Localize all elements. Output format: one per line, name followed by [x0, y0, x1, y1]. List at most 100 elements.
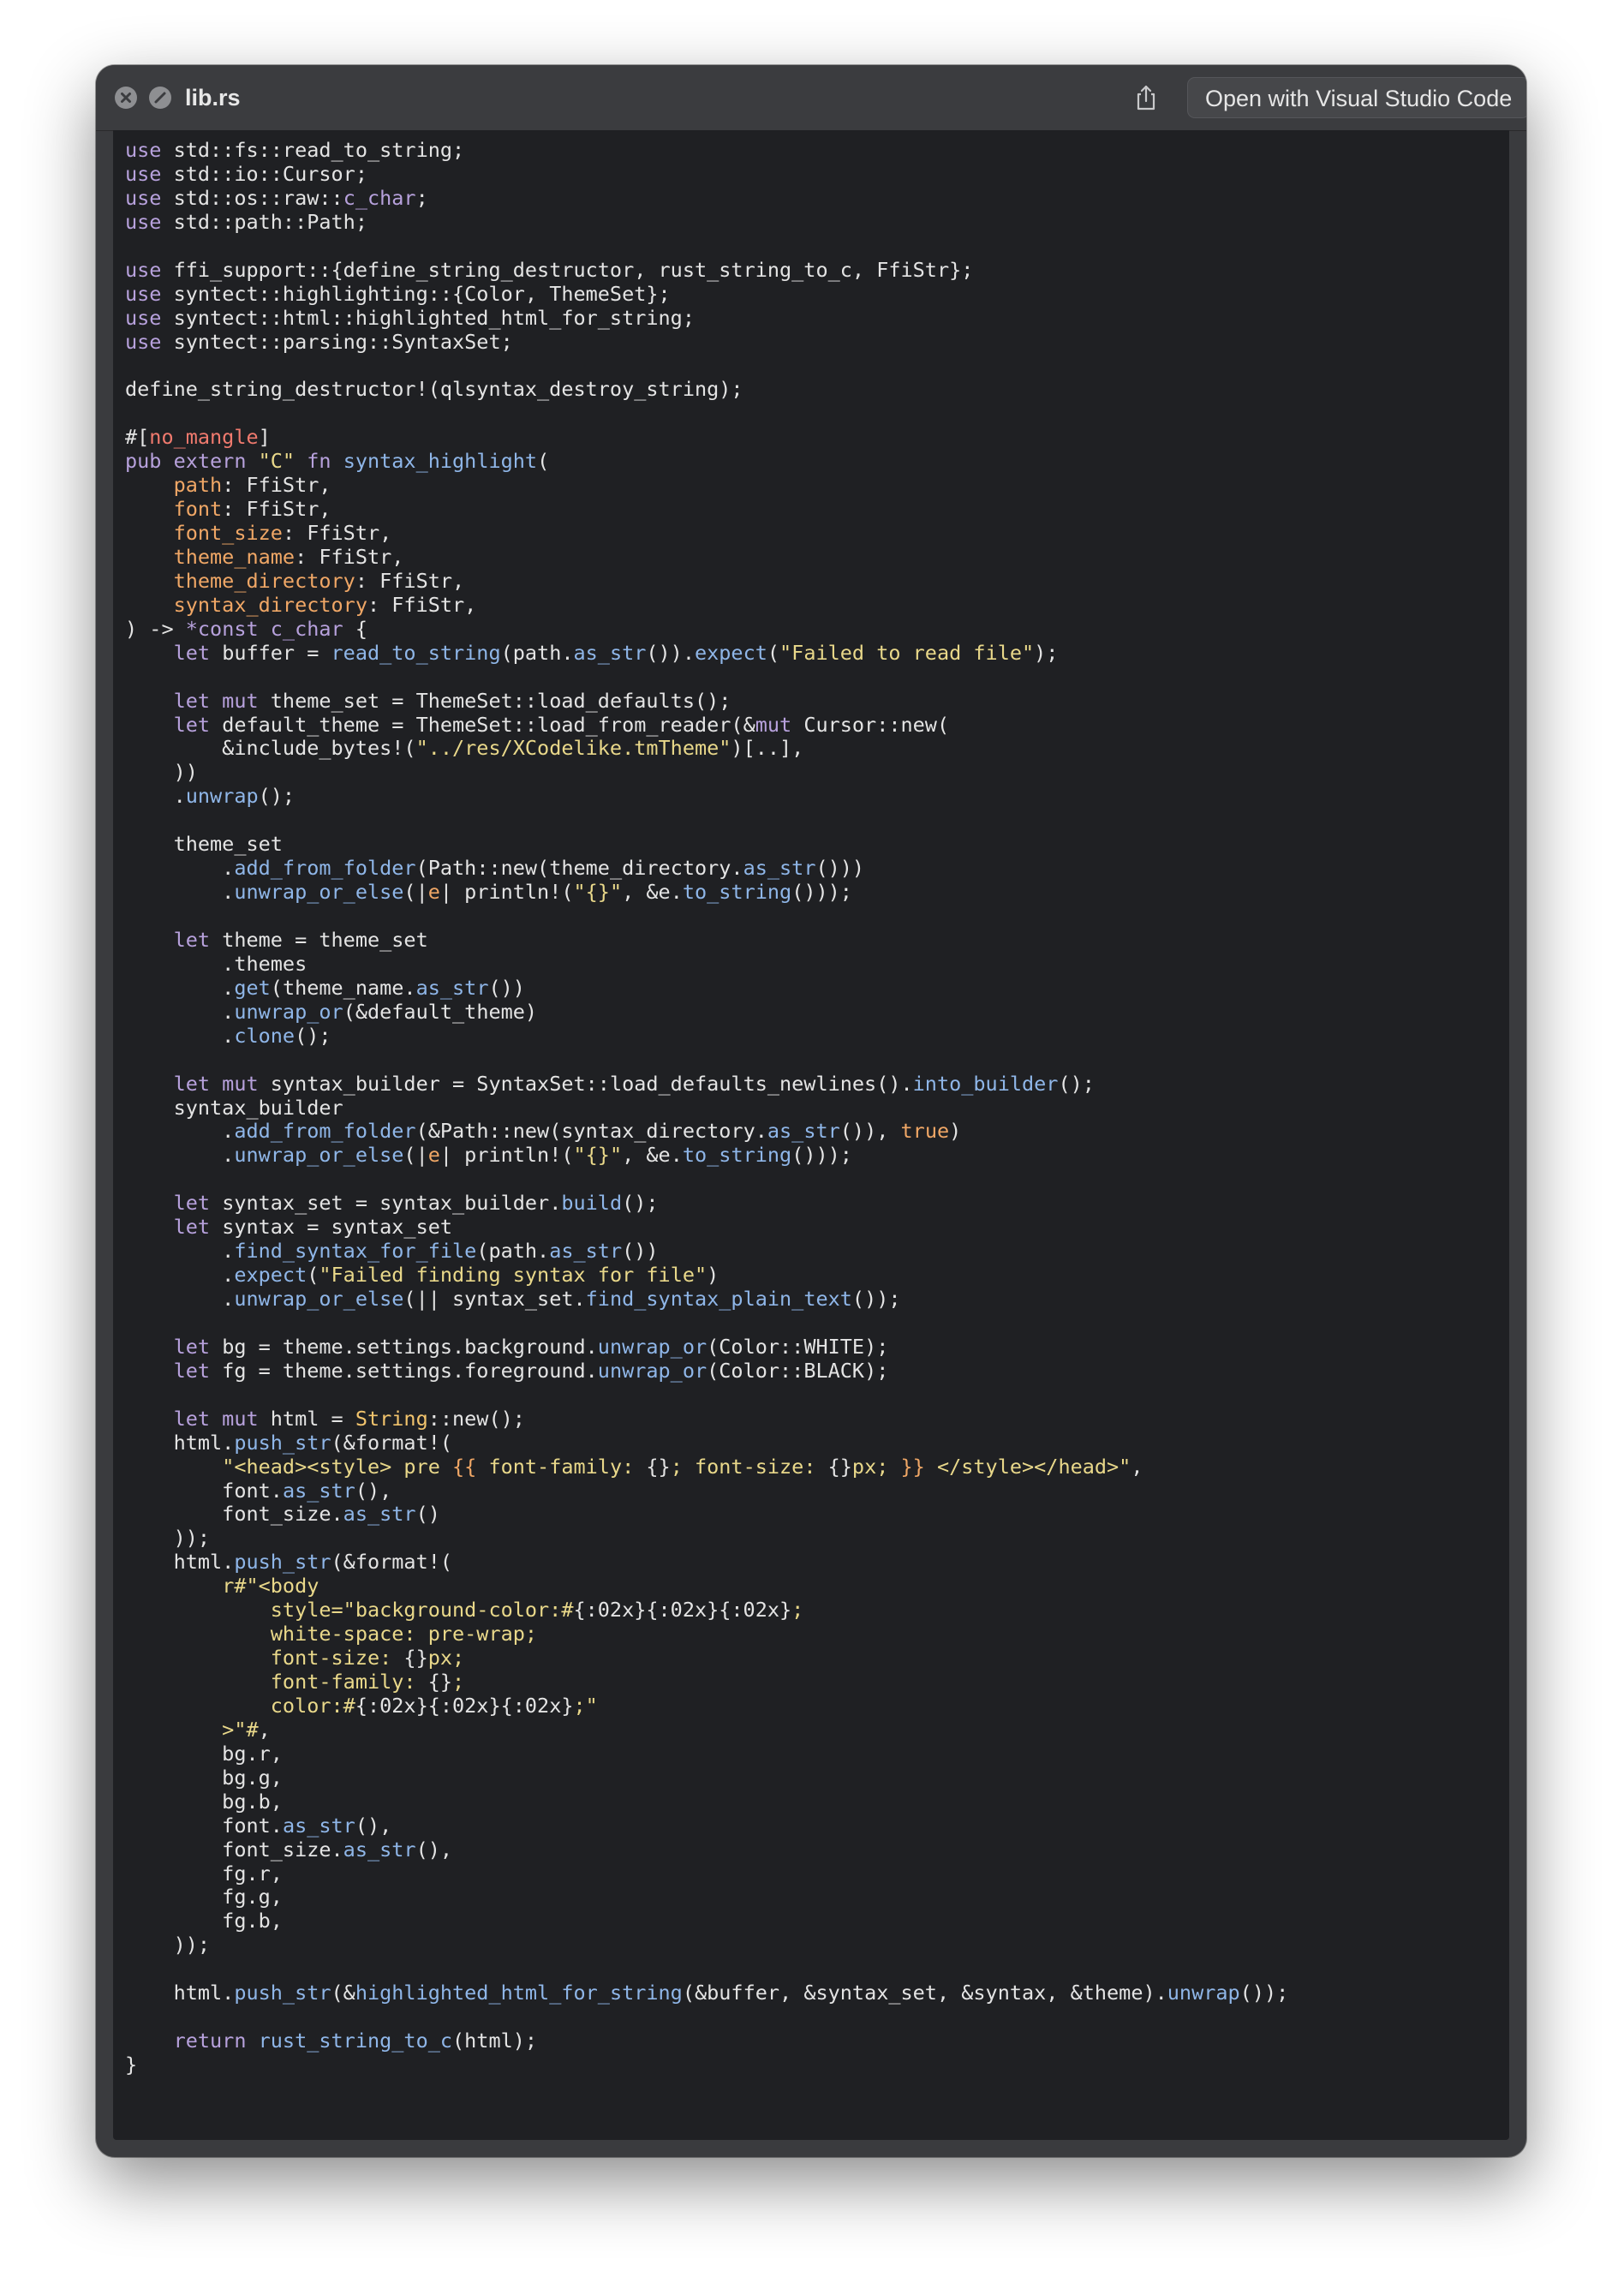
code-line: let syntax = syntax_set [125, 1215, 1509, 1240]
close-icon[interactable] [115, 87, 137, 109]
code-line: ​ [125, 1384, 1509, 1407]
code-token: {} [646, 1454, 671, 1479]
code-token: ( [307, 1263, 319, 1288]
code-token: as_str [282, 1813, 355, 1838]
code-token: ; font-size: [670, 1454, 828, 1479]
code-token: fg.b, [125, 1909, 283, 1933]
code-token: )); [125, 1933, 211, 1957]
code-token: . [125, 856, 235, 881]
code-token: )) [125, 760, 198, 785]
code-token: String [355, 1406, 428, 1431]
code-line: theme_directory: FfiStr, [125, 569, 1509, 594]
code-token: , &e. [622, 1143, 683, 1168]
code-token: (); [622, 1191, 659, 1216]
code-token: (| [403, 880, 428, 905]
code-line: &include_bytes!("../res/XCodelike.tmThem… [125, 736, 1509, 761]
code-token: {} [827, 1454, 852, 1479]
code-line: fg.b, [125, 1909, 1509, 1933]
code-token: , [1131, 1454, 1143, 1479]
code-token: let [173, 712, 211, 737]
code-token: "../res/XCodelike.tmTheme" [415, 736, 731, 761]
code-line: ​ [125, 402, 1509, 426]
code-token: (), [355, 1813, 392, 1838]
code-token: . [125, 1143, 235, 1168]
code-token: unwrap_or [597, 1358, 708, 1383]
code-token: style="background-color:# [125, 1598, 574, 1623]
code-token: {:02x}{:02x}{:02x} [355, 1693, 574, 1718]
code-token: syntax = syntax_set [210, 1215, 453, 1240]
code-line: let mut syntax_builder = SyntaxSet::load… [125, 1072, 1509, 1097]
open-with-vscode-button[interactable]: Open with Visual Studio Code [1187, 77, 1526, 118]
code-token: , &e. [622, 880, 683, 905]
code-token: : FfiStr, [367, 592, 477, 617]
code-token: unwrap [185, 784, 259, 809]
code-line: font-family: {}; [125, 1670, 1509, 1694]
code-line: .get(theme_name.as_str()) [125, 975, 1509, 1001]
code-token: (path. [500, 640, 574, 665]
code-token: syntect::highlighting::{Color, ThemeSet}… [161, 281, 671, 306]
code-line: use std::path::Path; [125, 210, 1509, 235]
code-line: use std::io::Cursor; [125, 162, 1509, 187]
code-token: use [125, 329, 162, 354]
code-token: mut [755, 712, 792, 737]
code-line: )); [125, 1933, 1509, 1957]
code-line: ) -> *const c_char { [125, 616, 1509, 642]
code-token: let [173, 1358, 211, 1383]
code-line: return rust_string_to_c(html); [125, 2029, 1509, 2053]
code-token: font-size: [125, 1646, 404, 1670]
code-line: use syntect::parsing::SyntaxSet; [125, 329, 1509, 355]
code-line: >"#, [125, 1718, 1509, 1742]
code-token: ; [415, 185, 428, 210]
code-line: .unwrap_or_else(|| syntax_set.find_synta… [125, 1287, 1509, 1312]
code-token: theme = theme_set [210, 927, 428, 952]
code-token: {:02x}{:02x}{:02x} [573, 1598, 792, 1623]
code-view[interactable]: use std::fs::read_to_string; use std::io:… [113, 130, 1509, 2140]
code-token: as_str [743, 856, 816, 881]
code-token: (&format!( [331, 1550, 453, 1575]
code-line: ​ [125, 809, 1509, 833]
code-token: : FfiStr, [222, 497, 331, 522]
code-token: . [125, 1119, 235, 1144]
code-line: let default_theme = ThemeSet::load_from_… [125, 712, 1509, 738]
code-token: (html); [452, 2029, 538, 2053]
code-line: font-size: {}px; [125, 1646, 1509, 1670]
code-token: unwrap_or_else [234, 1143, 404, 1168]
share-icon[interactable] [1131, 82, 1161, 113]
code-line: fg.r, [125, 1862, 1509, 1886]
code-token: ) [949, 1119, 962, 1144]
code-token: ) -> [125, 616, 186, 641]
code-token: syntect::html::highlighted_html_for_stri… [161, 305, 695, 330]
code-token: as_str [282, 1478, 355, 1503]
code-line: font: FfiStr, [125, 497, 1509, 522]
code-token: no_mangle [149, 425, 259, 450]
code-token: unwrap_or [597, 1334, 708, 1359]
code-line: ​ [125, 2005, 1509, 2029]
quicklook-window: lib.rs Open with Visual Studio Code use … [96, 65, 1526, 2157]
code-token: )); [125, 1526, 211, 1551]
code-token: syntax_set = syntax_builder. [210, 1191, 562, 1216]
code-token: std::fs::read_to_string; [161, 138, 465, 162]
hide-icon[interactable] [149, 87, 171, 109]
code-token: (Color::WHITE); [707, 1334, 889, 1359]
code-line: let mut theme_set = ThemeSet::load_defau… [125, 689, 1509, 714]
code-line: "<head><style> pre {{ font-family: {}; f… [125, 1455, 1509, 1479]
code-token: get [234, 975, 271, 1000]
code-line: color:#{:02x}{:02x}{:02x};" [125, 1694, 1509, 1718]
code-token: (); [295, 1023, 331, 1048]
code-token: theme_name [173, 544, 296, 569]
code-token: as_str [573, 640, 647, 665]
code-line: theme_set [125, 832, 1509, 857]
code-line: use std::fs::read_to_string; [125, 138, 1509, 163]
code-token: html. [125, 1430, 235, 1455]
code-token: as_str [415, 975, 489, 1000]
code-token: font. [125, 1813, 283, 1838]
title-bar: lib.rs Open with Visual Studio Code [96, 65, 1526, 131]
code-line: ​ [125, 905, 1509, 929]
code-token: white-space: pre-wrap; [125, 1622, 538, 1647]
code-token: push_str [234, 1981, 331, 2005]
